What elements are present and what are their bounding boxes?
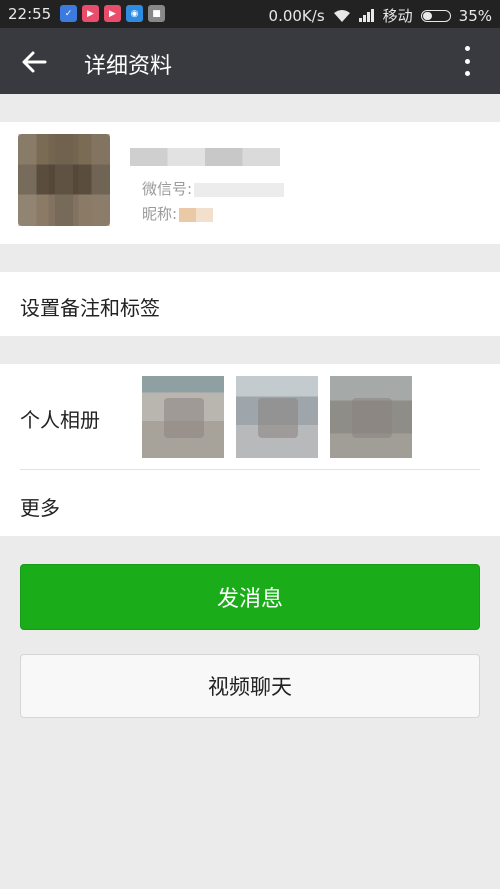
send-message-button[interactable]: 发消息 — [20, 564, 480, 630]
app-icon: ■ — [148, 5, 165, 22]
album-photo-thumbnail[interactable] — [236, 376, 318, 458]
page-title: 详细资料 — [84, 54, 173, 79]
nickname-label: 昵称: — [142, 205, 178, 223]
shield-icon: ✓ — [60, 5, 77, 22]
album-photo-thumbnail[interactable] — [142, 376, 224, 458]
status-bar: 22:55 ✓ ▶ ▶ ◉ ■ 0.00K/s 移动 35% — [0, 0, 500, 28]
play-icon: ▶ — [82, 5, 99, 22]
battery-icon — [420, 9, 451, 22]
personal-album-row[interactable]: 个人相册 — [0, 364, 500, 470]
album-photo-thumbnail[interactable] — [330, 376, 412, 458]
personal-album-label: 个人相册 — [20, 408, 100, 432]
wechat-id-row: 微信号: — [142, 178, 285, 199]
wifi-icon — [333, 9, 350, 22]
profile-card[interactable]: 微信号: 昵称: — [0, 122, 500, 244]
status-notification-icons: ✓ ▶ ▶ ◉ ■ — [60, 5, 165, 22]
back-arrow-icon[interactable] — [20, 48, 48, 76]
browser-icon: ◉ — [126, 5, 143, 22]
wechat-id-label: 微信号: — [142, 180, 193, 198]
signal-icon — [358, 9, 374, 22]
nickname-row: 昵称: — [142, 203, 214, 224]
battery-percent: 35% — [458, 6, 492, 25]
display-name-blurred — [130, 148, 280, 166]
app-bar: 详细资料 — [0, 28, 500, 94]
wechat-id-blurred — [194, 182, 285, 197]
carrier-name: 移动 — [382, 7, 413, 25]
remark-and-tags-row[interactable]: 设置备注和标签 — [0, 272, 500, 336]
video-chat-button[interactable]: 视频聊天 — [20, 654, 480, 718]
more-options-icon[interactable] — [462, 46, 472, 76]
status-time: 22:55 — [8, 5, 52, 23]
remark-and-tags-label: 设置备注和标签 — [20, 296, 160, 320]
play-icon: ▶ — [104, 5, 121, 22]
more-row[interactable]: 更多 — [0, 470, 500, 536]
avatar[interactable] — [18, 134, 110, 226]
nickname-blurred — [179, 207, 214, 222]
more-label: 更多 — [20, 496, 60, 520]
network-speed: 0.00K/s — [268, 6, 325, 25]
